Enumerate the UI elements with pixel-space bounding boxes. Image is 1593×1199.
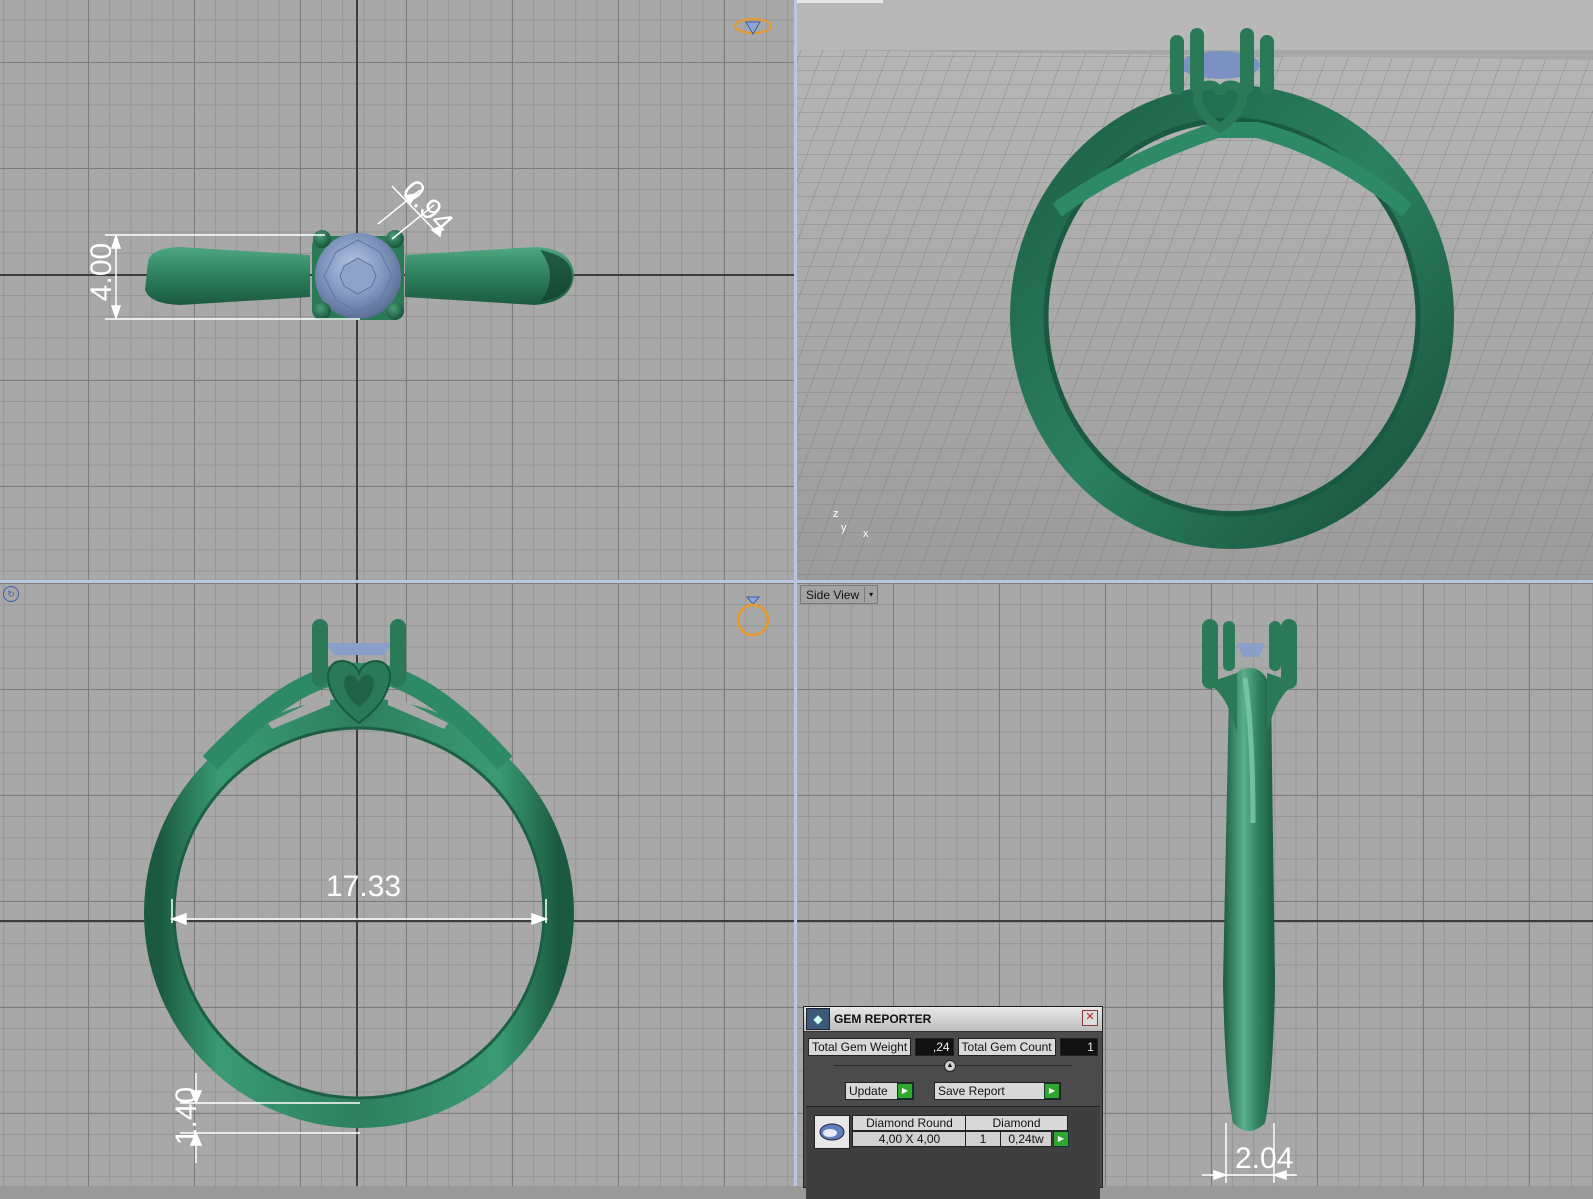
dim-height-label: 4.00 [85, 242, 119, 302]
gem-reporter-icon: ◆ [806, 1008, 830, 1030]
gem-size-cell: 4,00 X 4,00 [852, 1131, 967, 1147]
play-icon: ▶ [1044, 1083, 1060, 1099]
total-gem-weight-value: ,24 [915, 1038, 954, 1056]
gem-list[interactable]: Diamond Round Diamond 4,00 X 4,00 1 0,24… [806, 1106, 1100, 1199]
gem-reporter-panel[interactable]: ◆ GEM REPORTER ✕ Total Gem Weight ,24 To… [803, 1006, 1103, 1199]
view-cube-icon[interactable] [733, 14, 773, 43]
gem-reporter-title: GEM REPORTER [834, 1012, 932, 1026]
view-cube-icon[interactable] [733, 596, 773, 641]
ring-side-shape [1202, 619, 1297, 1131]
gem-shape-cell: Diamond Round [852, 1115, 967, 1131]
dim-band-thickness-label: 1.40 [170, 1086, 204, 1146]
dim-inner-diameter-label: 17.33 [326, 870, 402, 903]
close-icon[interactable]: ✕ [1082, 1010, 1098, 1026]
ring-front-shape [144, 619, 574, 1128]
update-button[interactable]: Update ▶ [845, 1082, 914, 1100]
rotate-view-icon[interactable]: ↻ [3, 586, 19, 602]
collapse-knob-icon[interactable]: ▲ [944, 1060, 956, 1072]
save-report-button-label: Save Report [938, 1084, 1005, 1098]
top-viewport[interactable]: 4.00 0.94 [0, 0, 794, 580]
dim-band-width-label: 2.04 [1235, 1142, 1294, 1175]
perspective-canvas [797, 0, 1593, 580]
ring-top-shape [145, 230, 574, 320]
total-gem-weight-label: Total Gem Weight [808, 1038, 912, 1056]
play-icon: ▶ [897, 1083, 913, 1099]
gem-reporter-titlebar[interactable]: ◆ GEM REPORTER ✕ [804, 1007, 1102, 1032]
view-mode-label: Side View [806, 587, 860, 602]
panel-collapse-slider[interactable]: ▲ [834, 1060, 1072, 1078]
save-report-button[interactable]: Save Report ▶ [934, 1082, 1061, 1100]
perspective-viewport[interactable]: z y x [797, 0, 1593, 580]
gem-count-cell: 1 [965, 1131, 1001, 1147]
front-viewport[interactable]: 17.33 1.40 ↻ [0, 583, 794, 1186]
update-button-label: Update [849, 1084, 888, 1098]
total-gem-count-label: Total Gem Count [957, 1038, 1056, 1056]
total-gem-count-value: 1 [1059, 1038, 1098, 1056]
gem-thumbnail-icon[interactable] [814, 1115, 850, 1149]
viewport-splitter-horizontal[interactable] [0, 580, 1593, 583]
viewport-splitter-vertical[interactable] [794, 0, 797, 1186]
view-mode-dropdown[interactable]: Side View ▾ [800, 585, 879, 604]
chevron-down-icon: ▾ [864, 587, 877, 602]
play-icon[interactable]: ▶ [1053, 1131, 1069, 1147]
gem-weight-cell: 0,24tw [1000, 1131, 1052, 1147]
gem-material-cell: Diamond [965, 1115, 1068, 1131]
